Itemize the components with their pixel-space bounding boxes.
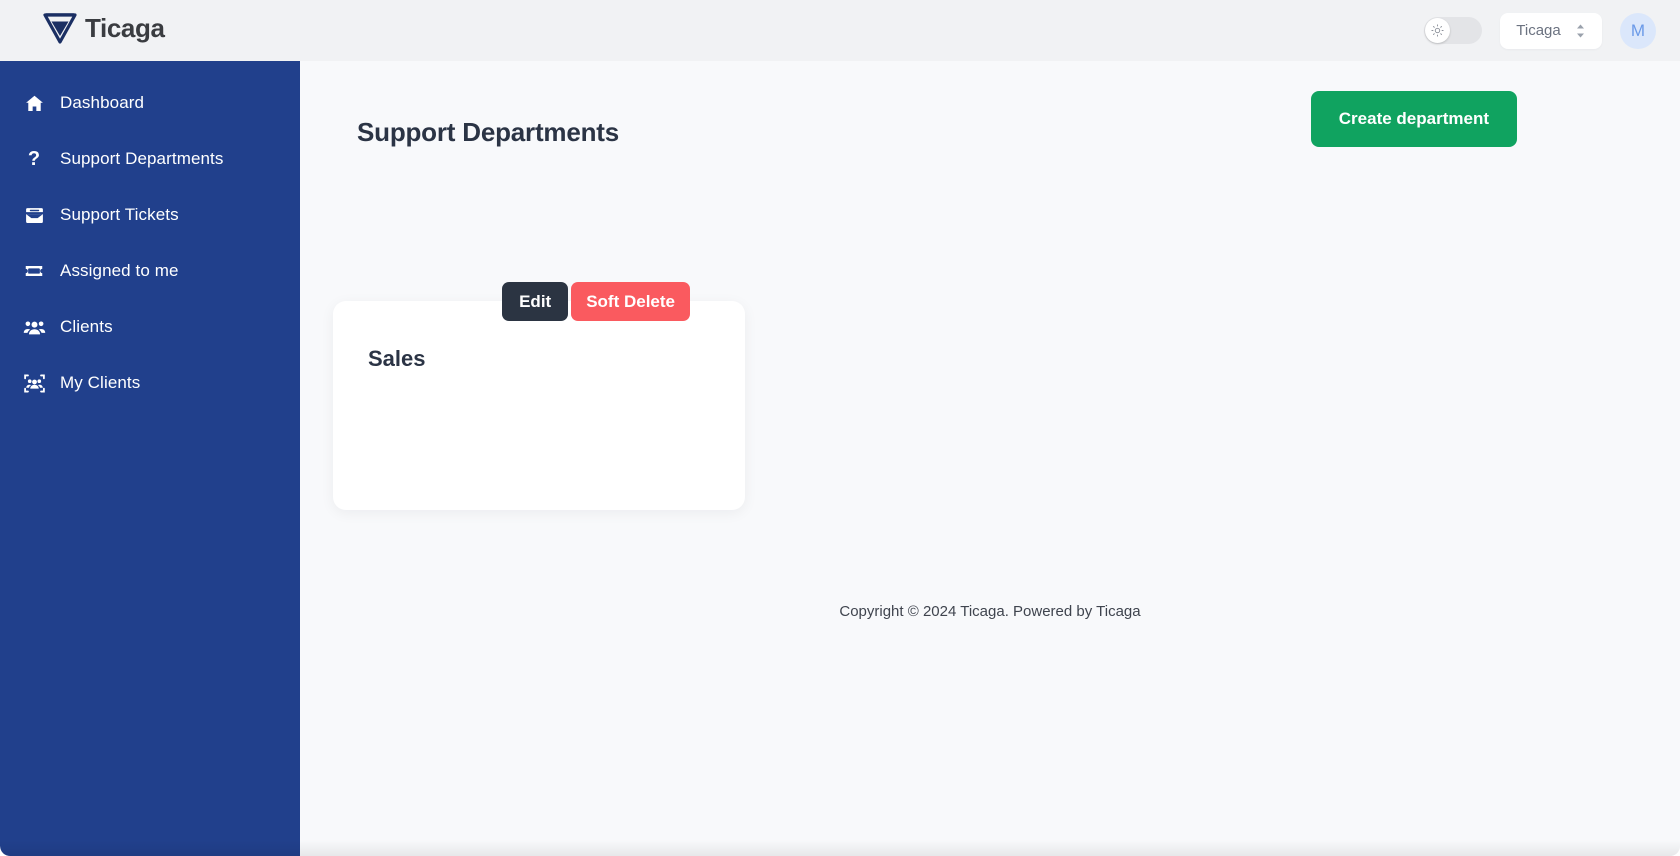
page-header: Support Departments Create department (300, 61, 1680, 171)
department-card-actions: Edit Soft Delete (502, 282, 690, 321)
tenant-select-value: Ticaga (1516, 22, 1561, 39)
app-window: Ticaga Ticaga M Dashboard ? Support Depa… (0, 0, 1680, 856)
question-mark-icon: ? (27, 148, 41, 170)
main-content: Support Departments Create department Ed… (300, 61, 1680, 856)
department-name: Sales (368, 346, 426, 371)
sidebar-item-support-departments[interactable]: ? Support Departments (0, 139, 300, 179)
chevron-up-down-icon (1575, 23, 1586, 39)
page-title: Support Departments (357, 117, 620, 147)
avatar-initial: M (1630, 20, 1646, 40)
sidebar-item-assigned-to-me[interactable]: Assigned to me (0, 251, 300, 291)
ticket-icon (22, 259, 46, 283)
theme-toggle-knob (1425, 18, 1450, 43)
sidebar-item-label: Assigned to me (60, 261, 179, 280)
sidebar-item-label: Dashboard (60, 93, 145, 112)
sun-icon (1431, 24, 1444, 37)
users-viewfinder-icon (22, 371, 46, 395)
soft-delete-department-button[interactable]: Soft Delete (571, 282, 690, 321)
sidebar-item-my-clients[interactable]: My Clients (0, 363, 300, 403)
brand-logo[interactable]: Ticaga (42, 11, 165, 45)
user-avatar[interactable]: M (1620, 12, 1656, 49)
triangle-logo-icon (43, 13, 77, 44)
sidebar-item-label: Clients (60, 317, 113, 336)
sidebar-item-label: Support Tickets (60, 205, 179, 224)
top-header-bar: Ticaga Ticaga M (0, 0, 1680, 61)
users-icon (22, 315, 46, 339)
department-card-container: Edit Soft Delete Sales (333, 282, 745, 510)
sidebar-nav: Dashboard ? Support Departments Support … (0, 61, 300, 856)
sidebar-item-clients[interactable]: Clients (0, 307, 300, 347)
sidebar-item-support-tickets[interactable]: Support Tickets (0, 195, 300, 235)
tenant-select[interactable]: Ticaga (1500, 12, 1602, 49)
create-department-button[interactable]: Create department (1310, 91, 1517, 147)
sidebar-item-label: Support Departments (60, 149, 224, 168)
inbox-icon (22, 203, 46, 227)
sidebar-item-label: My Clients (60, 373, 141, 392)
home-icon (22, 91, 46, 115)
department-card[interactable]: Sales (333, 301, 745, 510)
edit-department-button[interactable]: Edit (502, 282, 569, 321)
sidebar-item-dashboard[interactable]: Dashboard (0, 83, 300, 123)
header-right-cluster: Ticaga M (1424, 0, 1656, 61)
footer-copyright: Copyright © 2024 Ticaga. Powered by Tica… (839, 603, 1141, 620)
brand-name: Ticaga (85, 13, 165, 43)
theme-toggle-switch[interactable] (1424, 17, 1482, 44)
